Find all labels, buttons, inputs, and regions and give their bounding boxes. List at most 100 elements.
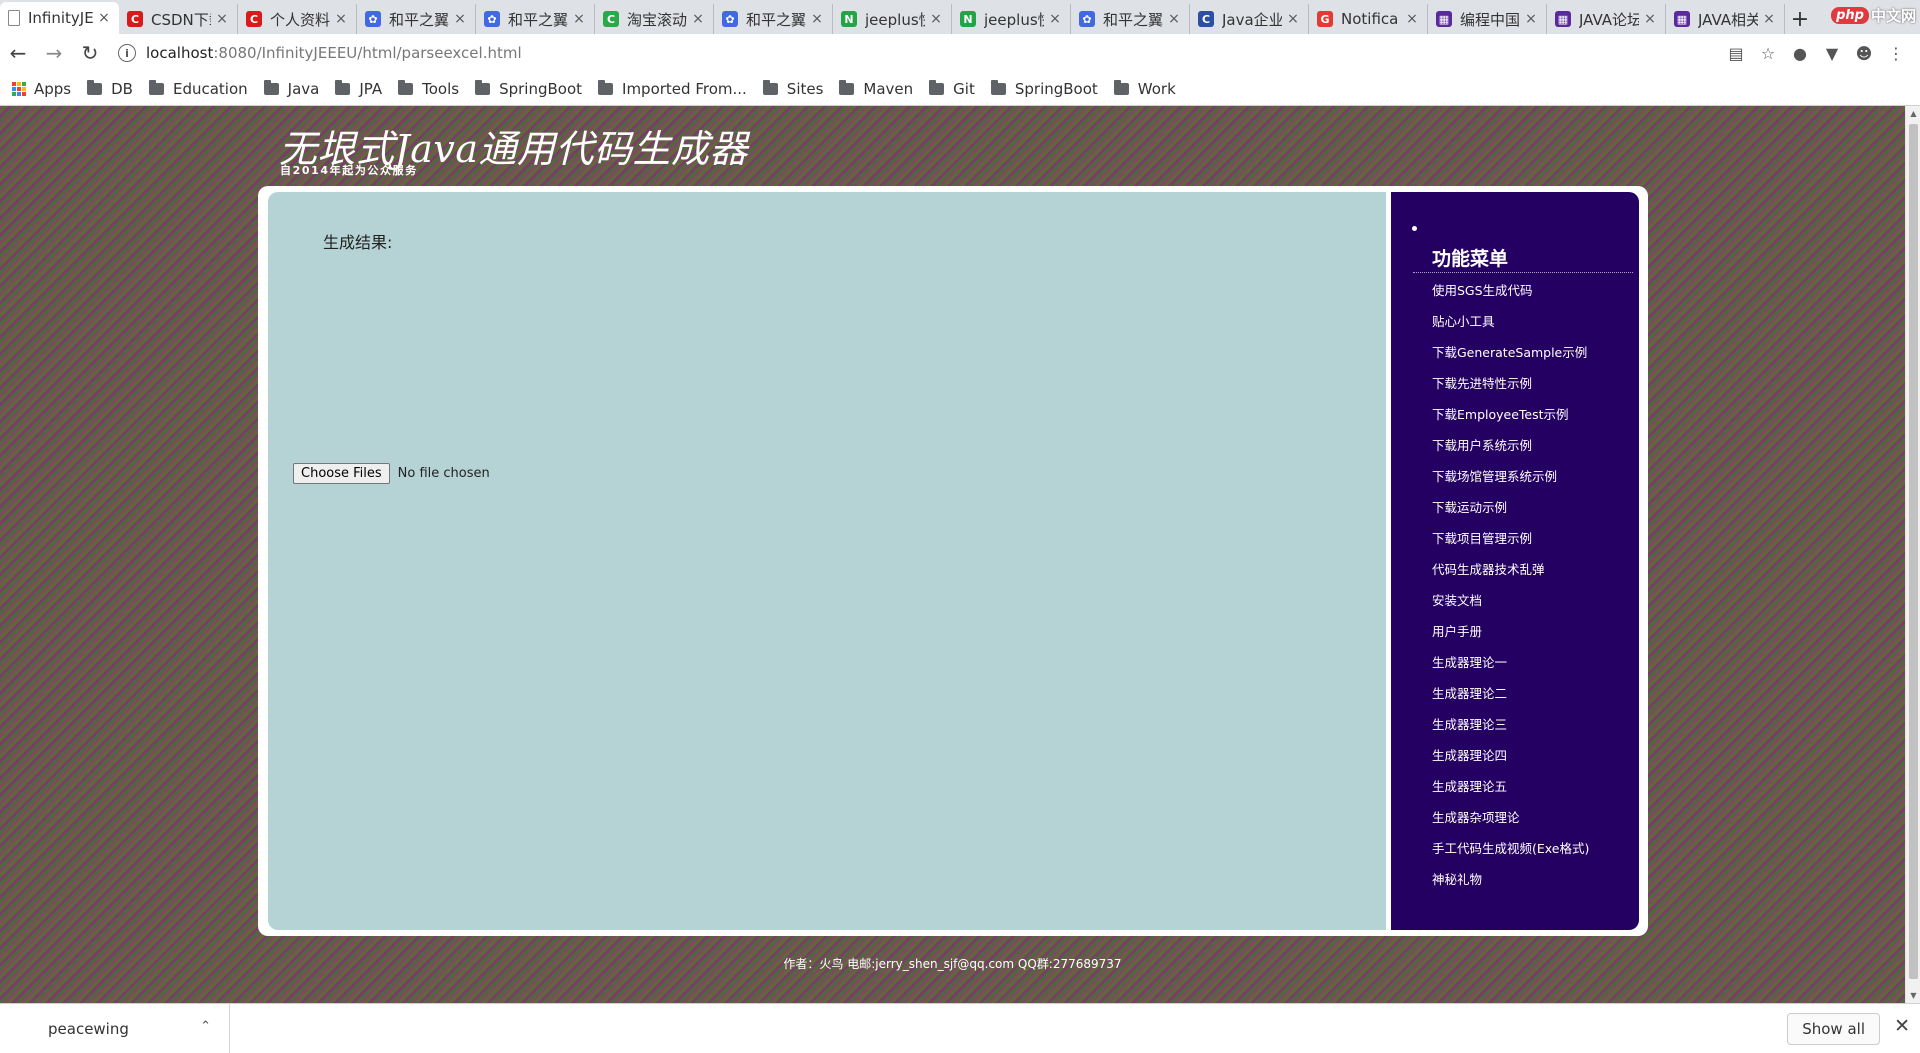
browser-tab[interactable]: ✿ 和平之翼 × — [476, 4, 595, 34]
download-item[interactable]: peacewing ⌃ — [0, 1003, 230, 1053]
extension-icon[interactable]: ● — [1784, 38, 1816, 68]
tab-close-icon[interactable]: × — [1405, 11, 1419, 27]
site-subtitle: 自2014年起为公众服务 — [280, 164, 418, 177]
browser-tab[interactable]: G Notifica × — [1309, 4, 1428, 34]
swirl-icon: C — [603, 11, 619, 27]
browser-tab[interactable]: ▦ 编程中国 × — [1428, 4, 1547, 34]
sidebar-menu-item[interactable]: 生成器理论四 — [1432, 747, 1589, 778]
browser-tab[interactable]: InfinityJEEEU× — [0, 2, 119, 34]
browser-tab[interactable]: ▦ JAVA论坛 × — [1547, 4, 1666, 34]
sidebar-menu-item[interactable]: 下载GenerateSample示例 — [1432, 344, 1589, 375]
sidebar-menu-item[interactable]: 贴心小工具 — [1432, 313, 1589, 344]
tab-close-icon[interactable]: × — [1167, 11, 1181, 27]
sidebar-menu-item[interactable]: 神秘礼物 — [1432, 871, 1589, 902]
scroll-down-icon[interactable]: ▼ — [1906, 988, 1920, 1003]
sidebar-menu-item[interactable]: 生成器理论五 — [1432, 778, 1589, 809]
sidebar-heading: 功能菜单 — [1432, 248, 1509, 270]
bookmark-folder[interactable]: Imported From... — [598, 79, 747, 98]
bookmark-folder[interactable]: Java — [263, 79, 319, 98]
profile-icon[interactable]: ☻ — [1848, 38, 1880, 68]
chevron-up-icon[interactable]: ⌃ — [200, 1019, 211, 1034]
sidebar-menu-item[interactable]: 生成器理论一 — [1432, 654, 1589, 685]
choose-files-button[interactable]: Choose Files — [293, 463, 390, 484]
paw-icon: ✿ — [1079, 11, 1095, 27]
bookmark-folder[interactable]: SpringBoot — [990, 79, 1098, 98]
sidebar-menu-item[interactable]: 生成器理论二 — [1432, 685, 1589, 716]
bookmark-folder[interactable]: Tools — [398, 79, 459, 98]
tab-close-icon[interactable]: × — [215, 11, 229, 27]
paw-icon: ✿ — [365, 11, 381, 27]
tab-close-icon[interactable]: × — [1524, 11, 1538, 27]
tab-close-icon[interactable]: × — [97, 10, 111, 26]
browser-tab[interactable]: C 淘宝滚动 × — [595, 4, 714, 34]
browser-tab[interactable]: Njeeplus快× — [952, 4, 1071, 34]
sidebar-menu-item[interactable]: 下载场馆管理系统示例 — [1432, 468, 1589, 499]
extension-filter-icon[interactable]: ▼ — [1816, 38, 1848, 68]
browser-tab[interactable]: ✿ 和平之翼 × — [714, 4, 833, 34]
tab-close-icon[interactable]: × — [929, 11, 943, 27]
browser-tab[interactable]: ✿ 和平之翼 × — [1071, 4, 1190, 34]
bookmark-folder[interactable]: Education — [148, 79, 248, 98]
address-bar[interactable]: i localhost:8080/InfinityJEEEU/html/pars… — [108, 38, 1720, 68]
sidebar-menu-item[interactable]: 使用SGS生成代码 — [1432, 282, 1589, 313]
tab-close-icon[interactable]: × — [691, 11, 705, 27]
sidebar-menu-item[interactable]: 下载先进特性示例 — [1432, 375, 1589, 406]
tab-close-icon[interactable]: × — [1048, 11, 1062, 27]
bookmark-folder[interactable]: Maven — [839, 79, 914, 98]
tab-close-icon[interactable]: × — [810, 11, 824, 27]
browser-tab[interactable]: Njeeplus快× — [833, 4, 952, 34]
tab-label: 和平之翼 — [389, 10, 449, 29]
sidebar-menu-item[interactable]: 下载运动示例 — [1432, 499, 1589, 530]
sidebar-menu-item[interactable]: 下载用户系统示例 — [1432, 437, 1589, 468]
sidebar-menu-item[interactable]: 下载EmployeeTest示例 — [1432, 406, 1589, 437]
php-badge: php — [1831, 6, 1869, 24]
tab-close-icon[interactable]: × — [334, 11, 348, 27]
forward-button[interactable]: → — [36, 36, 72, 70]
tab-close-icon[interactable]: × — [1762, 11, 1776, 27]
tab-close-icon[interactable]: × — [453, 11, 467, 27]
show-all-button[interactable]: Show all — [1787, 1013, 1880, 1045]
tab-label: 和平之翼 — [508, 10, 568, 29]
bookmark-apps[interactable]: Apps — [12, 80, 71, 98]
folder-icon — [839, 79, 855, 95]
translate-icon[interactable]: ▤ — [1720, 38, 1752, 68]
browser-tab[interactable]: ✿ 和平之翼 × — [357, 4, 476, 34]
tab-close-icon[interactable]: × — [572, 11, 586, 27]
bookmark-folder[interactable]: Git — [929, 79, 975, 98]
sidebar-menu-item[interactable]: 手工代码生成视频(Exe格式) — [1432, 840, 1589, 871]
sidebar-menu-item[interactable]: 安装文档 — [1432, 592, 1589, 623]
browser-tab[interactable]: C Java企业 × — [1190, 4, 1309, 34]
bookmark-folder[interactable]: DB — [87, 79, 133, 98]
bookmark-folder[interactable]: Work — [1113, 79, 1176, 98]
back-button[interactable]: ← — [0, 36, 36, 70]
site-info-icon[interactable]: i — [118, 44, 136, 62]
reload-button[interactable]: ↻ — [72, 36, 108, 70]
sidebar-menu-item[interactable]: 生成器理论三 — [1432, 716, 1589, 747]
browser-tab[interactable]: C CSDN下载× — [119, 4, 238, 34]
folder-icon — [762, 79, 778, 95]
close-icon[interactable]: ✕ — [1894, 1015, 1910, 1037]
browser-tab[interactable]: C 个人资料 × — [238, 4, 357, 34]
bookmark-label: Maven — [863, 79, 914, 98]
sidebar-menu-item[interactable]: 生成器杂项理论 — [1432, 809, 1589, 840]
bookmark-folder[interactable]: SpringBoot — [475, 79, 582, 98]
vertical-scrollbar[interactable]: ▲ ▼ — [1905, 106, 1920, 1003]
scrollbar-thumb[interactable] — [1909, 124, 1918, 979]
tab-label: JAVA相关 — [1698, 10, 1758, 29]
tab-label: InfinityJEEEU — [28, 9, 93, 27]
scroll-up-icon[interactable]: ▲ — [1906, 106, 1920, 121]
bookmark-folder[interactable]: Sites — [762, 79, 823, 98]
bookmark-folder[interactable]: JPA — [335, 79, 382, 98]
folder-icon — [929, 79, 945, 95]
file-input[interactable]: Choose Files No file chosen — [293, 463, 490, 484]
menu-kebab-icon[interactable]: ⋮ — [1880, 38, 1912, 68]
sidebar-menu-item[interactable]: 用户手册 — [1432, 623, 1589, 654]
tab-close-icon[interactable]: × — [1643, 11, 1657, 27]
bookmark-star-icon[interactable]: ☆ — [1752, 38, 1784, 68]
sidebar-menu-item[interactable]: 下载项目管理示例 — [1432, 530, 1589, 561]
folder-icon — [398, 79, 414, 95]
browser-tab[interactable]: ▦ JAVA相关 × — [1666, 4, 1785, 34]
tab-close-icon[interactable]: × — [1286, 11, 1300, 27]
new-tab-button[interactable]: + — [1785, 4, 1815, 34]
sidebar-menu-item[interactable]: 代码生成器技术乱弹 — [1432, 561, 1589, 592]
